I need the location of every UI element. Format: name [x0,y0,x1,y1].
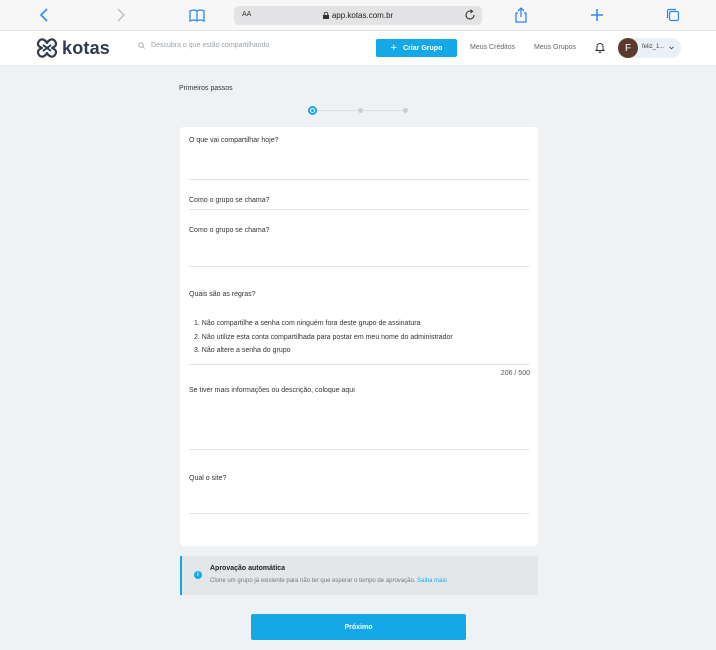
group-form-card: O que vai compartilhar hoje? Como o grup… [180,127,538,546]
nav-my-groups[interactable]: Meus Grupos [534,44,576,51]
chevron-down-icon [669,46,674,50]
logo-text: kotas [62,37,111,58]
kotas-logo-icon [36,38,58,58]
back-icon[interactable] [35,6,53,24]
search-input[interactable]: Descubra o que estão compartilhando [138,42,269,49]
url-text: app.kotas.com.br [331,11,394,20]
step-2-indicator [358,108,363,113]
reload-icon[interactable] [464,9,476,21]
share-field-input[interactable] [189,179,530,180]
address-bar[interactable]: AA app.kotas.com.br [234,6,482,25]
learn-more-link[interactable]: Saiba mais [417,578,447,584]
rule-item: 2. Não utilize esta conta compartilhada … [194,333,453,341]
description-label: Se tiver mais informações ou descrição, … [189,387,355,394]
user-menu[interactable]: F feliz_1... [618,38,681,58]
app-header: kotas Descubra o que estão compartilhand… [0,31,716,66]
bookmarks-icon[interactable] [188,6,206,24]
step-3-indicator [403,108,408,113]
rules-textarea[interactable]: 1. Não compartilhe a senha com ninguém f… [194,317,453,358]
avatar: F [618,38,638,58]
lock-icon [322,12,329,19]
stepper [308,106,412,116]
create-group-label: Criar Grupo [403,44,443,52]
share-icon[interactable] [512,6,530,24]
site-input[interactable] [189,513,530,514]
search-placeholder: Descubra o que estão compartilhando [151,42,270,49]
site-label: Qual o site? [189,475,227,482]
description-input[interactable] [189,449,530,450]
group-name-input[interactable] [189,266,530,267]
rules-label: Quais são as regras? [189,291,256,298]
tabs-icon[interactable] [664,6,682,24]
bell-icon[interactable] [594,41,606,53]
divider [189,209,530,210]
next-button[interactable]: Próximo [251,614,466,640]
auto-approval-notice: i Aprovação automática Clone um grupo já… [180,556,538,595]
notice-title: Aprovação automática [210,565,286,572]
forward-icon[interactable] [112,6,130,24]
step-connector [363,110,403,111]
group-name-label: Como o grupo se chama? [189,227,270,234]
notice-text: Clone um grupo já existente para não ter… [210,578,447,584]
steps-title: Primeiros passos [179,85,233,92]
group-name-clipped: Como o grupo se chama? [189,197,270,204]
rules-char-counter: 206 / 500 [500,370,530,377]
new-tab-icon[interactable] [588,6,606,24]
user-name: feliz_1... [642,44,665,50]
step-connector [317,110,357,111]
step-1-indicator [308,106,317,115]
rule-item: 3. Não altere a senha do grupo [194,347,291,354]
kotas-logo[interactable]: kotas [36,37,110,59]
browser-toolbar: AA app.kotas.com.br [0,0,716,31]
plus-icon: + [390,42,398,54]
rule-item: 1. Não compartilhe a senha com ninguém f… [194,320,421,327]
info-icon: i [194,571,202,579]
nav-my-credits[interactable]: Meus Créditos [470,44,515,51]
rules-underline [189,364,530,365]
search-icon [138,42,145,49]
share-field-label: O que vai compartilhar hoje? [189,137,279,144]
create-group-button[interactable]: + Criar Grupo [376,39,457,57]
